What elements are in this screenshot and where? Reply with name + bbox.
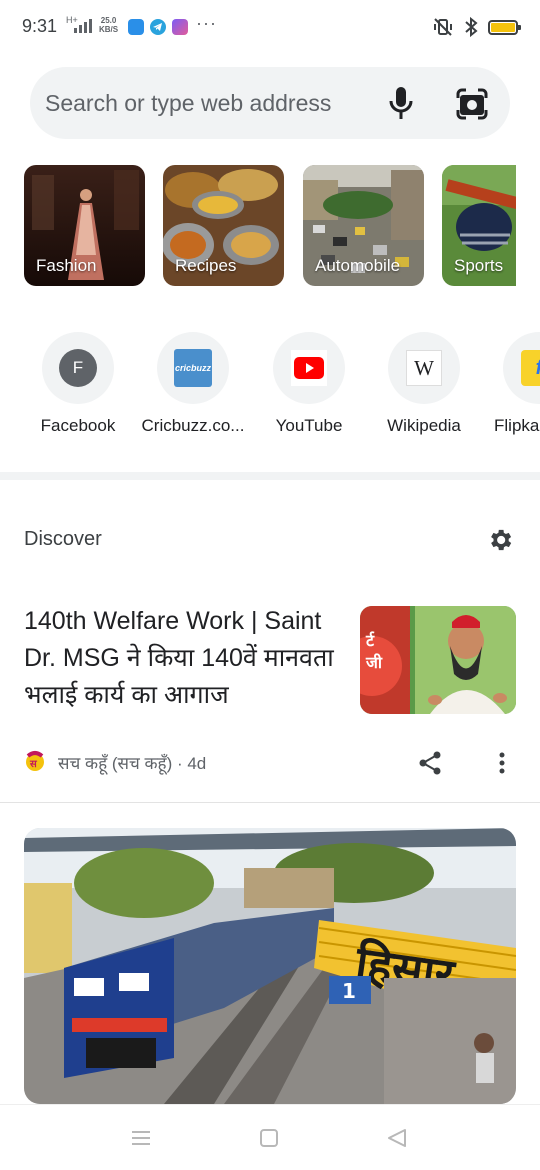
article-separator	[0, 802, 540, 803]
shortcut-app-icon	[172, 19, 188, 35]
topic-label: Fashion	[36, 256, 97, 275]
status-bar: 9:31 H+ 25.0 KB/S ···	[0, 0, 540, 54]
topic-tiles: Fashion Recipes Automobile Sports	[24, 165, 516, 286]
shortcut-icon-bg: F	[42, 332, 114, 404]
wikipedia-logo-text: W	[414, 355, 434, 380]
publisher-logo-icon: स	[26, 751, 44, 771]
cricbuzz-logo-icon: cricbuzz	[174, 349, 212, 387]
system-nav-bar	[0, 1104, 540, 1170]
youtube-icon	[294, 357, 324, 379]
network-speed: 25.0 KB/S	[99, 16, 118, 34]
topic-label: Sports	[454, 256, 504, 275]
shortcut-cricbuzz[interactable]: cricbuzz Cricbuzz.co...	[138, 332, 248, 436]
svg-text:र्ट: र्ट	[365, 631, 375, 650]
topic-tile-sports[interactable]: Sports	[442, 165, 516, 286]
shortcut-label: Flipka	[494, 416, 540, 435]
facebook-letter-icon: F	[59, 349, 97, 387]
signal-icon	[74, 19, 92, 33]
train-station-image: हिसार 1	[24, 828, 516, 1104]
article-thumbnail[interactable]: र्ट जी	[360, 606, 516, 714]
svg-text:स: स	[29, 759, 38, 770]
mute-vibrate-icon	[434, 18, 452, 36]
shortcut-icon-bg: W	[388, 332, 460, 404]
topic-tile-automobile[interactable]: Automobile	[303, 165, 424, 286]
home-square-icon[interactable]	[256, 1125, 282, 1151]
shortcut-icon-bg: cricbuzz	[157, 332, 229, 404]
topic-label: Recipes	[175, 256, 237, 275]
bluetooth-icon	[465, 16, 478, 38]
shortcut-icon-bg	[273, 332, 345, 404]
battery-icon	[488, 19, 521, 35]
shortcut-youtube[interactable]: YouTube	[254, 332, 364, 436]
section-divider	[0, 472, 540, 480]
chrome-new-tab-page: 9:31 H+ 25.0 KB/S ··· Search or type web…	[0, 0, 540, 1170]
flipkart-f-glyph: f	[536, 357, 540, 380]
topic-tile-recipes[interactable]: Recipes	[163, 165, 284, 286]
shortcut-facebook[interactable]: F Facebook	[23, 332, 133, 436]
shortcut-wikipedia[interactable]: W Wikipedia	[369, 332, 479, 436]
blue-app-icon	[128, 19, 144, 35]
cricbuzz-logo-text: cricbuzz	[174, 363, 211, 373]
article-thumbnail-image: र्ट जी	[360, 606, 516, 714]
article-title[interactable]: 140th Welfare Work | Saint Dr. MSG ने कि…	[24, 603, 344, 714]
status-time: 9:31	[22, 16, 58, 36]
topic-tile-fashion[interactable]: Fashion	[24, 165, 145, 286]
shortcut-label: YouTube	[275, 416, 343, 435]
share-icon[interactable]	[417, 750, 443, 776]
topic-label: Automobile	[315, 256, 401, 275]
wikipedia-logo-icon: W	[406, 350, 442, 386]
platform-number: 1	[342, 979, 356, 1003]
telegram-icon	[150, 19, 166, 35]
shortcut-icon-bg: f	[503, 332, 540, 404]
article-image[interactable]: हिसार 1	[24, 828, 516, 1104]
shortcut-flipkart[interactable]: f Flipka	[484, 332, 540, 436]
more-notifications-icon: ···	[196, 13, 217, 33]
search-input[interactable]: Search or type web address	[45, 90, 331, 117]
facebook-letter: F	[72, 358, 84, 377]
shortcut-label: Wikipedia	[387, 416, 461, 435]
shortcut-tiles: F Facebook cricbuzz Cricbuzz.co... YouTu…	[0, 332, 540, 442]
flipkart-logo-icon: f	[521, 350, 540, 386]
more-options-icon[interactable]	[490, 750, 514, 776]
discover-heading: Discover	[24, 528, 102, 550]
shortcut-label: Facebook	[40, 416, 116, 435]
search-box[interactable]: Search or type web address	[30, 67, 510, 139]
article-meta: स सच कहूँ (सच कहूँ) · 4d	[24, 750, 206, 774]
youtube-logo-bg	[291, 350, 327, 386]
mic-icon[interactable]	[386, 85, 416, 121]
gear-icon[interactable]	[486, 526, 514, 554]
svg-text:जी: जी	[365, 653, 383, 672]
menu-icon[interactable]	[128, 1125, 154, 1151]
shortcut-label: Cricbuzz.co...	[141, 416, 245, 435]
back-triangle-icon[interactable]	[384, 1125, 410, 1151]
article-source: सच कहूँ (सच कहूँ) · 4d	[58, 753, 207, 773]
status-right-icons	[432, 16, 521, 38]
camera-lens-icon[interactable]	[455, 87, 489, 121]
speed-unit: KB/S	[99, 25, 119, 34]
speed-value: 25.0	[100, 16, 117, 25]
